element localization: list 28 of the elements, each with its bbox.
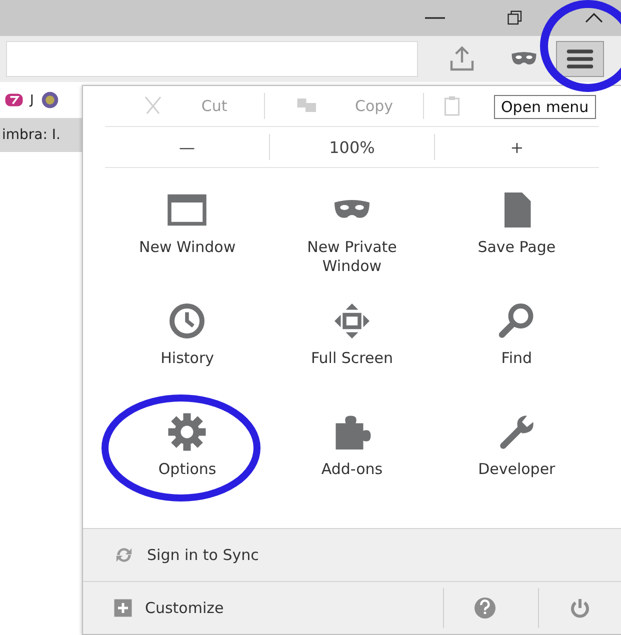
settings-icon bbox=[167, 412, 208, 452]
menu-item[interactable]: New Window bbox=[139, 238, 236, 257]
customize-icon bbox=[113, 598, 133, 618]
menu-item[interactable]: Full Screen bbox=[310, 349, 393, 368]
sync-button[interactable]: Sign in to Sync bbox=[147, 546, 259, 564]
menu-item[interactable]: Save Page bbox=[478, 238, 556, 257]
close-icon bbox=[585, 13, 603, 23]
power-icon bbox=[568, 596, 592, 620]
menu-button[interactable] bbox=[556, 41, 604, 77]
minimize-icon bbox=[425, 17, 445, 19]
clock-icon bbox=[167, 301, 208, 341]
address-field[interactable] bbox=[6, 41, 418, 77]
tab-title[interactable]: imbra: I. bbox=[2, 127, 60, 143]
menu-item[interactable]: New Private Window bbox=[286, 238, 417, 276]
menu-item[interactable]: Find bbox=[501, 349, 532, 368]
bookmark-label[interactable]: J bbox=[30, 92, 34, 108]
zoom-level[interactable]: 100% bbox=[329, 138, 375, 156]
menu-item[interactable]: Developer bbox=[478, 460, 556, 479]
menu-item[interactable]: Add-ons bbox=[321, 460, 383, 479]
share-icon bbox=[448, 45, 476, 73]
zoom-out-button[interactable]: — bbox=[179, 138, 195, 156]
customize-button[interactable]: Customize bbox=[145, 599, 431, 617]
bookmark-icon bbox=[40, 90, 60, 110]
menu-item[interactable]: Options bbox=[158, 460, 216, 479]
help-icon bbox=[473, 596, 497, 620]
zoom-in-button[interactable]: + bbox=[510, 138, 524, 156]
menu-item[interactable]: History bbox=[160, 349, 214, 368]
tooltip: Open menu bbox=[494, 95, 596, 119]
